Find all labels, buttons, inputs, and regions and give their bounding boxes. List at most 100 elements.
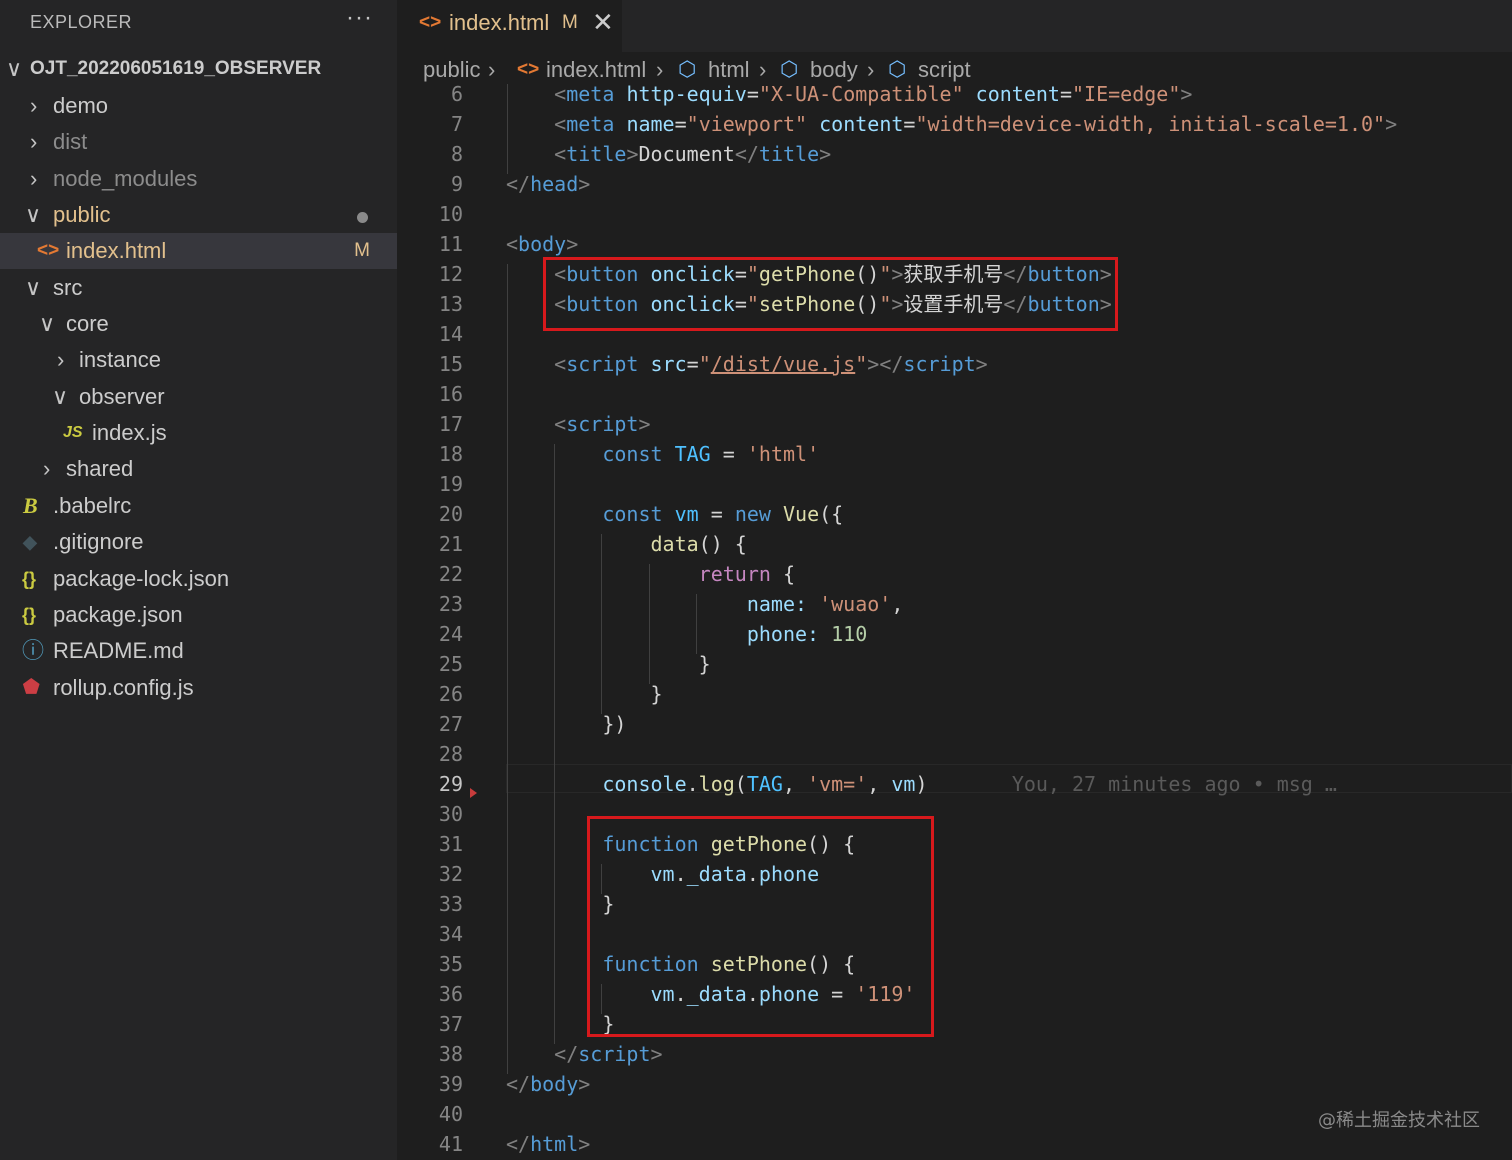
code-line[interactable]: 38 </script> xyxy=(397,1039,1512,1069)
tree-item-label: instance xyxy=(79,347,161,372)
code-line[interactable]: 7 <meta name="viewport" content="width=d… xyxy=(397,109,1512,139)
code-line[interactable]: 20 const vm = new Vue({ xyxy=(397,499,1512,529)
json-file-icon: {} xyxy=(22,569,37,589)
explorer-sidebar: EXPLORER ··· ∨ OJT_202206051619_OBSERVER… xyxy=(0,0,397,1160)
tree-item-node-modules[interactable]: › node_modules xyxy=(0,161,397,197)
code-editor[interactable]: 6 <meta http-equiv="X-UA-Compatible" con… xyxy=(397,84,1512,1160)
tree-item-index-js[interactable]: JS index.js xyxy=(0,415,397,451)
code-line[interactable]: 39 </body> xyxy=(397,1069,1512,1099)
line-number: 29 xyxy=(438,772,463,796)
code-line[interactable]: 35 function setPhone() { xyxy=(397,949,1512,979)
code-text: </body> xyxy=(506,1072,591,1096)
code-line[interactable]: 11 <body> xyxy=(397,229,1512,259)
chevron-down-icon: ∨ xyxy=(39,311,56,336)
line-number: 33 xyxy=(438,892,463,916)
code-line[interactable]: 17 <script> xyxy=(397,409,1512,439)
breadcrumb-index-html[interactable]: index.html xyxy=(546,57,646,83)
chevron-right-icon: › xyxy=(30,129,38,154)
tree-item-dist[interactable]: › dist xyxy=(0,124,397,160)
tab-index-html[interactable]: <> index.html M ✕ xyxy=(397,0,622,52)
code-text: console.log(TAG, 'vm=', vm) You, 27 minu… xyxy=(602,772,1337,796)
line-number: 25 xyxy=(438,652,463,676)
code-line[interactable]: 32 vm._data.phone xyxy=(397,859,1512,889)
code-line[interactable]: 28 xyxy=(397,739,1512,769)
code-line[interactable]: 15 <script src="/dist/vue.js"></script> xyxy=(397,349,1512,379)
code-line[interactable]: 34 xyxy=(397,919,1512,949)
code-line[interactable]: 31 function getPhone() { xyxy=(397,829,1512,859)
chevron-right-icon: › xyxy=(656,57,664,82)
line-number: 34 xyxy=(438,922,463,946)
code-text: <title>Document</title> xyxy=(554,142,832,166)
cube-icon: ⬡ xyxy=(678,58,697,81)
html-file-icon: <> xyxy=(37,240,60,261)
code-line[interactable]: 33 } xyxy=(397,889,1512,919)
code-line[interactable]: 6 <meta http-equiv="X-UA-Compatible" con… xyxy=(397,84,1512,109)
code-line[interactable]: 23 name: 'wuao', xyxy=(397,589,1512,619)
code-line[interactable]: 22 return { xyxy=(397,559,1512,589)
breadcrumb-html[interactable]: html xyxy=(708,57,750,83)
code-line[interactable]: 29 console.log(TAG, 'vm=', vm) You, 27 m… xyxy=(397,769,1512,799)
tree-item-instance[interactable]: › instance xyxy=(0,342,397,378)
line-number: 8 xyxy=(450,142,463,166)
tree-item-label: src xyxy=(53,275,83,300)
line-number: 19 xyxy=(438,472,463,496)
close-icon[interactable]: ✕ xyxy=(592,7,614,38)
tree-item-package-json[interactable]: {} package.json xyxy=(0,597,397,633)
workspace-root-folder[interactable]: ∨ OJT_202206051619_OBSERVER xyxy=(0,51,397,87)
code-line[interactable]: 16 xyxy=(397,379,1512,409)
tree-item-label: .gitignore xyxy=(53,529,144,554)
tree-item-babelrc[interactable]: B .babelrc xyxy=(0,488,397,524)
line-number: 39 xyxy=(438,1072,463,1096)
code-line[interactable]: 18 const TAG = 'html' xyxy=(397,439,1512,469)
tree-item-src[interactable]: ∨ src xyxy=(0,270,397,306)
breadcrumb-script[interactable]: script xyxy=(918,57,971,83)
tree-item-core[interactable]: ∨ core xyxy=(0,306,397,342)
code-line[interactable]: 26 } xyxy=(397,679,1512,709)
line-number: 17 xyxy=(438,412,463,436)
tree-item-package-lock-json[interactable]: {} package-lock.json xyxy=(0,561,397,597)
line-number: 12 xyxy=(438,262,463,286)
tree-item-index-html[interactable]: <> index.html M xyxy=(0,233,397,269)
code-line[interactable]: 10 xyxy=(397,199,1512,229)
line-number: 16 xyxy=(438,382,463,406)
tree-item-demo[interactable]: › demo xyxy=(0,88,397,124)
more-actions-icon[interactable]: ··· xyxy=(346,4,373,32)
cube-icon: ⬡ xyxy=(888,58,907,81)
code-line[interactable]: 30 xyxy=(397,799,1512,829)
line-number: 28 xyxy=(438,742,463,766)
code-line[interactable]: 41 </html> xyxy=(397,1129,1512,1159)
tree-item-label: README.md xyxy=(53,638,184,663)
code-line[interactable]: 21 data() { xyxy=(397,529,1512,559)
code-line[interactable]: 25 } xyxy=(397,649,1512,679)
code-text: <meta http-equiv="X-UA-Compatible" conte… xyxy=(554,84,1193,106)
code-line[interactable]: 8 <title>Document</title> xyxy=(397,139,1512,169)
tree-item-rollup-config-js[interactable]: ⬟ rollup.config.js xyxy=(0,670,397,706)
code-line[interactable]: 24 phone: 110 xyxy=(397,619,1512,649)
breadcrumb-public[interactable]: public xyxy=(423,57,480,83)
code-line[interactable]: 37 } xyxy=(397,1009,1512,1039)
line-number: 40 xyxy=(438,1102,463,1126)
code-text: }) xyxy=(602,712,627,736)
js-file-icon: JS xyxy=(63,424,83,441)
tree-item-gitignore[interactable]: ◆ .gitignore xyxy=(0,524,397,560)
code-line[interactable]: 19 xyxy=(397,469,1512,499)
code-line[interactable]: 36 vm._data.phone = '119' xyxy=(397,979,1512,1009)
code-line[interactable]: 9 </head> xyxy=(397,169,1512,199)
line-number: 31 xyxy=(438,832,463,856)
line-number: 14 xyxy=(438,322,463,346)
editor-area: <> index.html M ✕ public › <> index.html… xyxy=(397,0,1512,1160)
line-number: 23 xyxy=(438,592,463,616)
code-line[interactable]: 27 }) xyxy=(397,709,1512,739)
line-number: 20 xyxy=(438,502,463,526)
highlight-box-buttons xyxy=(543,257,1118,331)
tree-item-observer[interactable]: ∨ observer xyxy=(0,379,397,415)
modified-dot-icon xyxy=(357,212,368,223)
breadcrumb-body[interactable]: body xyxy=(810,57,858,83)
tab-bar: <> index.html M ✕ xyxy=(397,0,1512,52)
tree-item-shared[interactable]: › shared xyxy=(0,451,397,487)
tree-item-public[interactable]: ∨ public xyxy=(0,197,397,233)
code-text: } xyxy=(698,652,711,676)
tree-item-readme-md[interactable]: ⓘ README.md xyxy=(0,633,397,669)
breadcrumb: public › <> index.html › ⬡ html › ⬡ body… xyxy=(397,52,1512,88)
tree-item-label: shared xyxy=(66,456,134,481)
